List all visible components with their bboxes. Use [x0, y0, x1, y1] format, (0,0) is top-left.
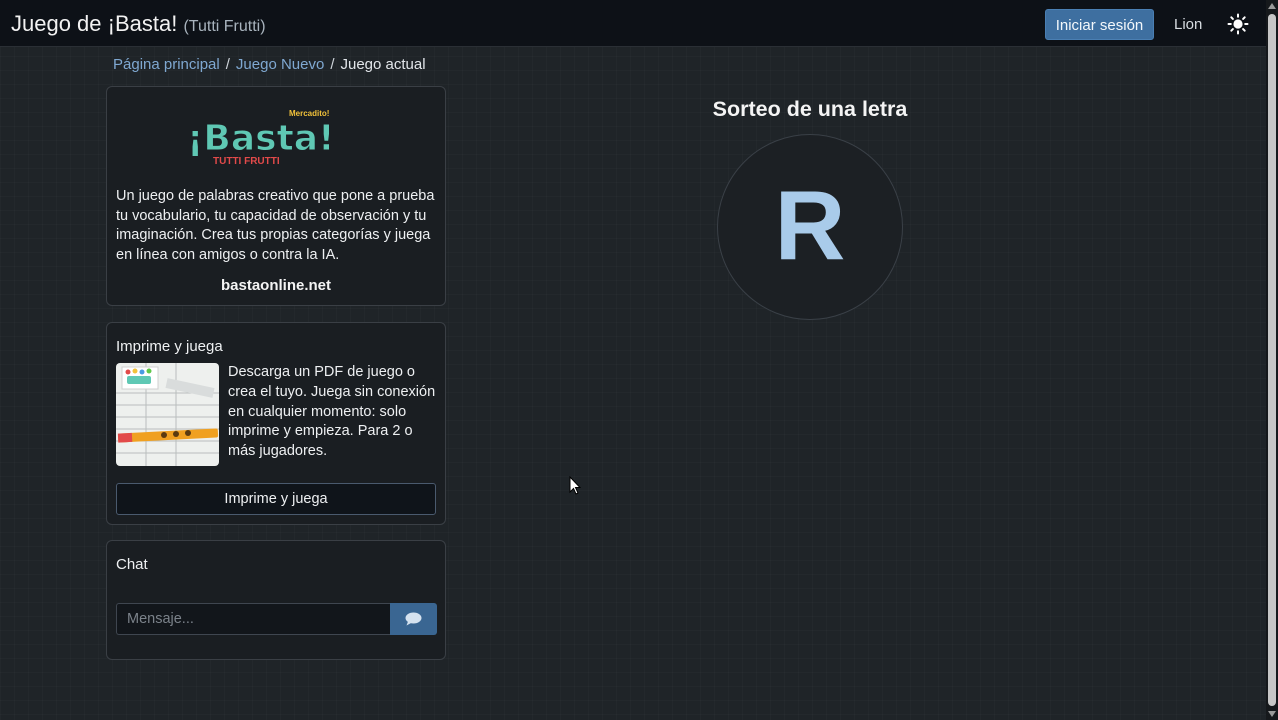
- comment-icon: [405, 612, 422, 626]
- scroll-thumb[interactable]: [1268, 14, 1276, 706]
- breadcrumb-new-game[interactable]: Juego Nuevo: [236, 56, 324, 73]
- print-card: Imprime y juega Descarga un PDF de juego…: [106, 322, 446, 525]
- chat-card: Chat: [106, 540, 446, 660]
- logo-main-text: ¡Basta!: [187, 118, 335, 159]
- letter-circle: R: [717, 134, 903, 320]
- chat-title: Chat: [116, 556, 148, 573]
- language-link[interactable]: Lion: [1174, 16, 1202, 33]
- print-sheet-image[interactable]: [116, 363, 219, 466]
- print-and-play-button[interactable]: Imprime y juega: [116, 483, 436, 515]
- print-card-title: Imprime y juega: [116, 338, 223, 355]
- breadcrumb: Página principal / Juego Nuevo / Juego actua…: [113, 56, 426, 73]
- chat-message-input[interactable]: [116, 603, 390, 635]
- page-scrollbar[interactable]: [1266, 0, 1278, 720]
- scroll-down-arrow[interactable]: [1268, 711, 1276, 717]
- draw-title: Sorteo de una letra: [712, 97, 908, 121]
- drawn-letter: R: [774, 170, 846, 280]
- site-link[interactable]: bastaonline.net: [107, 277, 445, 294]
- chat-send-button[interactable]: [390, 603, 437, 635]
- breadcrumb-current: Juego actual: [340, 56, 426, 73]
- scroll-up-arrow[interactable]: [1268, 3, 1276, 9]
- logo-top-text: Mercadito!: [289, 109, 329, 118]
- logo-sub-text: TUTTI FRUTTI: [213, 156, 280, 167]
- intro-card: Mercadito! ¡Basta! TUTTI FRUTTI Un juego…: [106, 86, 446, 306]
- basta-logo[interactable]: Mercadito! ¡Basta! TUTTI FRUTTI: [185, 105, 345, 167]
- login-button[interactable]: Iniciar sesión: [1045, 9, 1154, 40]
- breadcrumb-separator: /: [225, 56, 230, 73]
- breadcrumb-separator: /: [330, 56, 335, 73]
- app-title-text: Juego de ¡Basta!: [11, 11, 178, 36]
- print-description: Descarga un PDF de juego o crea el tuyo.…: [228, 364, 436, 460]
- top-navbar: Juego de ¡Basta! (Tutti Frutti) Iniciar …: [0, 0, 1266, 47]
- mouse-cursor-icon: [569, 476, 581, 495]
- app-title[interactable]: Juego de ¡Basta! (Tutti Frutti): [11, 11, 266, 37]
- app-subtitle: (Tutti Frutti): [183, 18, 266, 35]
- intro-description: Un juego de palabras creativo que pone a…: [116, 188, 435, 263]
- sun-icon[interactable]: [1227, 13, 1249, 35]
- breadcrumb-home[interactable]: Página principal: [113, 56, 220, 73]
